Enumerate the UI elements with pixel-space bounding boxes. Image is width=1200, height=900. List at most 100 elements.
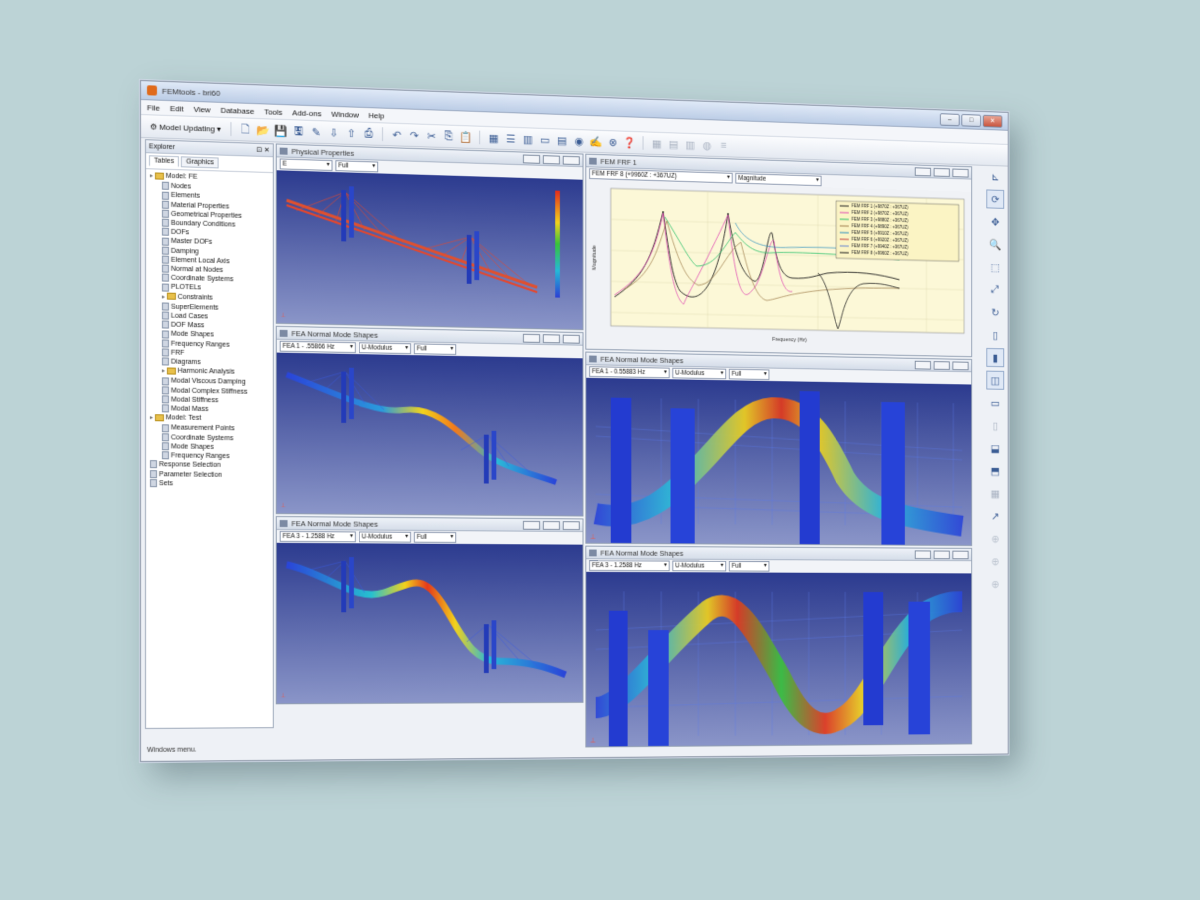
panel-restore-button[interactable] xyxy=(934,167,950,176)
menu-database[interactable]: Database xyxy=(220,105,254,115)
zoom-window-icon[interactable]: ⬚ xyxy=(986,257,1004,276)
tile-icon[interactable]: ▤ xyxy=(555,133,568,147)
quantity-select[interactable]: U-Modulus xyxy=(672,368,726,380)
mode-select[interactable]: FEA 3 - 1.2588 Hz xyxy=(589,560,669,571)
top-view-icon[interactable]: ⬓ xyxy=(986,439,1004,458)
quantity-select[interactable]: U-Modulus xyxy=(359,531,411,542)
dim-tool-icon[interactable]: ⊕ xyxy=(986,574,1004,593)
panel-close-button[interactable] xyxy=(952,361,968,370)
viewport-mode-4[interactable]: ⊥ xyxy=(586,572,971,747)
panel-minimize-button[interactable] xyxy=(523,333,540,342)
menu-file[interactable]: File xyxy=(147,103,160,112)
open-icon[interactable]: 📂 xyxy=(256,123,270,137)
disk-icon[interactable]: ◉ xyxy=(572,134,585,148)
menu-window[interactable]: Window xyxy=(331,109,359,119)
layout-cols-icon[interactable]: ▥ xyxy=(521,132,534,146)
zoom-icon[interactable]: 🔍 xyxy=(986,235,1004,254)
front-view-icon[interactable]: ▭ xyxy=(986,393,1004,412)
panel-minimize-button[interactable] xyxy=(523,154,540,163)
undo-icon[interactable]: ↶ xyxy=(390,128,404,142)
panel-minimize-button[interactable] xyxy=(915,550,931,559)
panel-restore-button[interactable] xyxy=(543,521,560,530)
layout-rows-icon[interactable]: ☰ xyxy=(504,131,517,145)
mode-select[interactable]: FEA 3 - 1.2588 Hz xyxy=(280,531,356,542)
globe-icon[interactable]: ◍ xyxy=(700,138,713,152)
help-icon[interactable]: ❓ xyxy=(623,136,636,150)
explorer-pin-close[interactable]: ⊡ ✕ xyxy=(256,146,269,154)
save-icon[interactable]: 💾 xyxy=(274,124,288,138)
report-icon[interactable]: ▤ xyxy=(667,137,680,151)
panel-restore-button[interactable] xyxy=(934,550,950,559)
model-updating-button[interactable]: ⚙ Model Updating ▾ xyxy=(147,119,224,136)
grid-view-icon[interactable]: ▦ xyxy=(487,131,500,145)
frf-plot[interactable]: Frequency (Hz) Magnitude FEM FRF 1 (+987… xyxy=(586,180,971,356)
shaded-icon[interactable]: ▮ xyxy=(986,348,1004,367)
copy-icon[interactable]: ⎘ xyxy=(442,129,455,143)
panel-close-button[interactable] xyxy=(563,334,580,343)
deform-icon[interactable]: ⬒ xyxy=(986,461,1004,480)
paste-icon[interactable]: 📋 xyxy=(459,130,472,144)
viewport-mode-1[interactable]: ⊥ xyxy=(277,353,583,516)
export-icon[interactable]: ⇧ xyxy=(344,126,358,140)
cursor-icon[interactable]: ↗ xyxy=(986,506,1004,525)
property-select[interactable]: E xyxy=(280,158,333,171)
save-all-icon[interactable]: 🖫 xyxy=(292,124,306,138)
display-select[interactable]: Full xyxy=(729,369,769,380)
close-button[interactable]: ✕ xyxy=(983,114,1003,127)
minimize-button[interactable]: – xyxy=(940,113,960,126)
panel-close-button[interactable] xyxy=(563,521,580,530)
display-select[interactable]: Full xyxy=(414,532,456,543)
menu-tools[interactable]: Tools xyxy=(264,107,282,117)
dim-tool-icon[interactable]: ⊕ xyxy=(986,529,1004,548)
new-icon[interactable]: 🗋 xyxy=(239,122,253,136)
display-select[interactable]: Full xyxy=(729,561,769,572)
table-icon[interactable]: ▦ xyxy=(650,136,663,150)
dim-tool-icon[interactable]: ⊕ xyxy=(986,552,1004,571)
pan-icon[interactable]: ✥ xyxy=(986,212,1004,231)
sheet-icon[interactable]: ▥ xyxy=(684,138,697,152)
mode-select[interactable]: FEA 1 - .55866 Hz xyxy=(280,341,356,353)
mode-select[interactable]: FEA 1 - 0.55883 Hz xyxy=(589,366,669,378)
menu-help[interactable]: Help xyxy=(369,111,385,120)
panel-minimize-button[interactable] xyxy=(523,520,540,529)
cut-icon[interactable]: ✂ xyxy=(425,129,438,143)
redo-icon[interactable]: ↷ xyxy=(407,128,420,142)
tab-graphics[interactable]: Graphics xyxy=(181,156,219,168)
stop-icon[interactable]: ⊗ xyxy=(606,135,619,149)
display-select[interactable]: Full xyxy=(335,160,378,172)
iso-icon[interactable]: ◫ xyxy=(986,371,1004,390)
fit-icon[interactable]: ⤢ xyxy=(986,280,1004,299)
side-view-icon[interactable]: ▯ xyxy=(986,416,1004,435)
panel-restore-button[interactable] xyxy=(543,334,560,343)
axes-icon[interactable]: ⊾ xyxy=(986,167,1004,186)
panel-close-button[interactable] xyxy=(563,155,580,164)
menu-edit[interactable]: Edit xyxy=(170,104,184,113)
display-select[interactable]: Full xyxy=(414,343,456,355)
maximize-button[interactable]: □ xyxy=(961,114,981,127)
panel-close-button[interactable] xyxy=(952,550,968,559)
animate-icon[interactable]: ▦ xyxy=(986,484,1004,503)
viewport-mode-2[interactable]: ⊥ xyxy=(586,378,971,545)
spin-icon[interactable]: ↻ xyxy=(986,303,1004,322)
window-icon[interactable]: ▭ xyxy=(538,133,551,147)
print-icon[interactable]: ⎙ xyxy=(362,127,376,141)
panel-restore-button[interactable] xyxy=(543,155,560,164)
viewport-mode-3[interactable]: ⊥ xyxy=(277,543,583,704)
tree-item[interactable]: Sets xyxy=(146,479,273,489)
panel-restore-button[interactable] xyxy=(934,361,950,370)
edit-icon[interactable]: ✎ xyxy=(309,125,323,139)
menu-view[interactable]: View xyxy=(193,104,210,114)
panel-minimize-button[interactable] xyxy=(915,360,931,369)
list-icon[interactable]: ≡ xyxy=(717,139,730,153)
import-icon[interactable]: ⇩ xyxy=(327,125,341,139)
rotate-icon[interactable]: ⟳ xyxy=(986,189,1004,208)
quantity-select[interactable]: U-Modulus xyxy=(359,342,411,354)
viewport-physical[interactable]: ⊥ xyxy=(277,170,583,329)
wireframe-icon[interactable]: ▯ xyxy=(986,325,1004,344)
notes-icon[interactable]: ✍ xyxy=(589,134,602,148)
panel-close-button[interactable] xyxy=(952,168,968,177)
menu-add-ons[interactable]: Add-ons xyxy=(292,108,321,118)
quantity-select[interactable]: U-Modulus xyxy=(672,561,726,572)
tab-tables[interactable]: Tables xyxy=(149,155,179,167)
panel-minimize-button[interactable] xyxy=(915,167,931,176)
